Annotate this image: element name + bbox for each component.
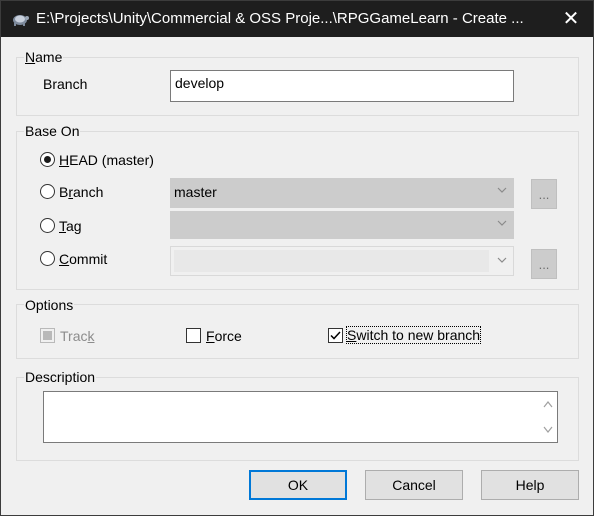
ok-button[interactable]: OK (249, 470, 347, 500)
commit-radio[interactable] (40, 251, 55, 266)
chevron-down-icon (497, 187, 507, 193)
branch-combo[interactable]: master (170, 178, 514, 208)
branch-combo-value: master (174, 184, 217, 200)
options-label: Options (24, 297, 75, 313)
window-title: E:\Projects\Unity\Commercial & OSS Proje… (36, 10, 524, 27)
branch-name-value: develop (175, 75, 225, 91)
title-bar[interactable]: E:\Projects\Unity\Commercial & OSS Proje… (1, 1, 593, 37)
track-label: Track (60, 328, 95, 344)
force-label[interactable]: Force (206, 328, 242, 344)
scroll-down-icon[interactable] (543, 426, 553, 434)
head-radio[interactable] (40, 152, 55, 167)
tag-radio-label[interactable]: Tag (59, 218, 82, 234)
branch-name-label: Branch (43, 76, 88, 92)
create-branch-dialog: E:\Projects\Unity\Commercial & OSS Proje… (0, 0, 594, 516)
chevron-down-icon (497, 220, 507, 226)
commit-combo-field (174, 250, 489, 272)
tag-combo[interactable] (170, 211, 514, 239)
checkmark-icon (330, 331, 341, 340)
chevron-down-icon (497, 257, 507, 263)
description-label: Description (24, 369, 97, 385)
commit-radio-label[interactable]: Commit (59, 251, 107, 267)
branch-radio-label[interactable]: Branch (59, 184, 103, 200)
commit-combo[interactable] (170, 246, 514, 276)
force-checkbox[interactable] (186, 328, 201, 343)
branch-name-input[interactable]: develop (170, 70, 514, 102)
description-textarea[interactable] (43, 391, 558, 443)
branch-browse-button[interactable]: ... (531, 179, 557, 209)
commit-browse-button[interactable]: ... (531, 249, 557, 279)
name-group-label: Name (24, 49, 64, 65)
track-check-indeterminate (43, 331, 52, 340)
close-button[interactable]: ✕ (549, 1, 593, 37)
cancel-button[interactable]: Cancel (365, 470, 463, 500)
head-radio-label[interactable]: HEAD (master) (59, 152, 154, 168)
scroll-up-icon[interactable] (543, 400, 553, 408)
close-icon: ✕ (562, 8, 580, 30)
radio-selected-dot (44, 156, 51, 163)
switch-branch-checkbox[interactable] (328, 328, 343, 343)
tortoise-icon (13, 15, 29, 26)
base-on-label: Base On (24, 123, 81, 139)
tag-radio[interactable] (40, 218, 55, 233)
branch-radio[interactable] (40, 184, 55, 199)
help-button[interactable]: Help (481, 470, 579, 500)
track-checkbox[interactable] (40, 328, 55, 343)
switch-branch-label[interactable]: Switch to new branch (345, 326, 482, 344)
options-group (16, 304, 579, 359)
